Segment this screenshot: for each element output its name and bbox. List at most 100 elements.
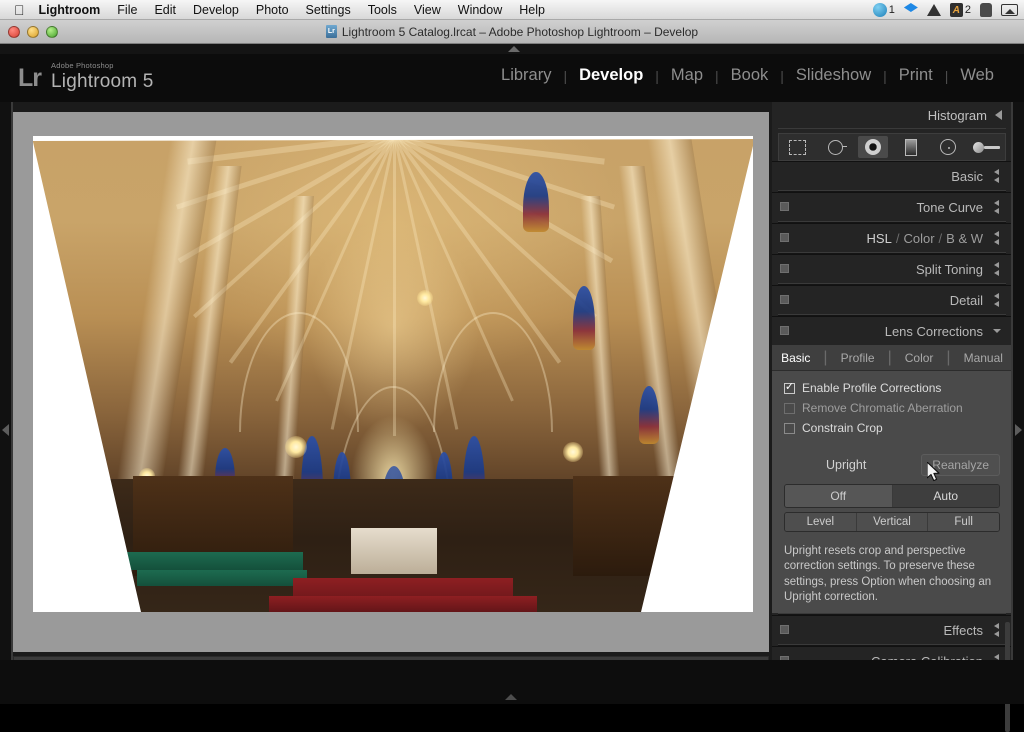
macos-menu-items: Lightroom File Edit Develop Photo Settin… <box>39 3 545 17</box>
image-stage[interactable] <box>13 112 769 652</box>
left-panel-collapse-strip[interactable] <box>0 102 13 704</box>
spot-removal-tool[interactable] <box>820 136 850 158</box>
menu-item-tools[interactable]: Tools <box>368 3 397 17</box>
photo-canvas[interactable] <box>33 136 753 612</box>
checkbox-enable-profile-corrections[interactable] <box>784 382 795 394</box>
menu-item-lightroom[interactable]: Lightroom <box>39 3 101 17</box>
apple-icon[interactable]:  <box>14 3 25 17</box>
chevron-down-icon[interactable] <box>991 329 1002 333</box>
upright-mode-off[interactable]: Off <box>785 485 893 507</box>
menu-item-photo[interactable]: Photo <box>256 3 289 17</box>
radial-filter-tool[interactable] <box>933 136 963 158</box>
menu-item-settings[interactable]: Settings <box>306 3 351 17</box>
menu-item-window[interactable]: Window <box>458 3 502 17</box>
module-slideshow[interactable]: Slideshow <box>784 66 883 85</box>
upright-mode-level[interactable]: Level <box>785 513 857 531</box>
label-enable-profile-corrections: Enable Profile Corrections <box>802 381 942 395</box>
section-switch-tone-curve[interactable] <box>780 202 789 211</box>
section-switch-hsl[interactable] <box>780 233 789 242</box>
section-switch-detail[interactable] <box>780 295 789 304</box>
label-remove-chromatic-aberration: Remove Chromatic Aberration <box>802 401 963 415</box>
section-header-detail[interactable]: Detail <box>772 286 1012 314</box>
close-icon[interactable] <box>8 26 20 38</box>
row-constrain-crop[interactable]: Constrain Crop <box>772 418 1012 438</box>
chevron-left-icon[interactable] <box>991 231 1002 245</box>
tab-basic[interactable]: Basic <box>768 351 823 365</box>
menu-item-develop[interactable]: Develop <box>193 3 239 17</box>
section-header-split-toning[interactable]: Split Toning <box>772 255 1012 283</box>
section-header-lens-corrections[interactable]: Lens Corrections <box>772 317 1012 345</box>
panel-section-detail: Detail <box>772 285 1012 316</box>
evernote-icon[interactable] <box>980 3 992 17</box>
checkbox-constrain-crop[interactable] <box>784 422 795 434</box>
macos-menu-bar:  Lightroom File Edit Develop Photo Sett… <box>0 0 1024 20</box>
chevron-down-icon[interactable] <box>505 694 517 700</box>
section-title-split-toning: Split Toning <box>916 261 983 277</box>
airplay-icon[interactable] <box>1001 4 1018 16</box>
section-header-hsl[interactable]: HSL / Color / B & W <box>772 224 1012 252</box>
module-web[interactable]: Web <box>948 66 1006 85</box>
reanalyze-button[interactable]: Reanalyze <box>921 454 1000 476</box>
chevron-left-icon[interactable] <box>991 293 1002 307</box>
adobe-app-icon[interactable]: A2 <box>949 3 971 17</box>
section-header-basic[interactable]: Basic <box>772 162 1012 190</box>
chevron-left-icon[interactable] <box>2 424 9 436</box>
chevron-left-icon[interactable] <box>991 262 1002 276</box>
upright-mode-vertical[interactable]: Vertical <box>856 513 929 531</box>
module-print[interactable]: Print <box>887 66 945 85</box>
tab-color[interactable]: Color <box>892 351 947 365</box>
histogram-title: Histogram <box>927 107 987 123</box>
crop-overlay-tool[interactable] <box>783 136 813 158</box>
section-header-tone-curve[interactable]: Tone Curve <box>772 193 1012 221</box>
color-label[interactable]: Color <box>903 231 934 246</box>
module-library[interactable]: Library <box>489 66 563 85</box>
section-header-effects[interactable]: Effects <box>772 616 1012 644</box>
section-switch-split-toning[interactable] <box>780 264 789 273</box>
creative-cloud-icon[interactable]: 1 <box>872 3 895 17</box>
chevron-right-icon[interactable] <box>1015 424 1022 436</box>
red-eye-correction-tool[interactable] <box>858 136 889 158</box>
chevron-left-icon[interactable] <box>991 169 1002 183</box>
panel-section-effects: Effects <box>772 615 1012 647</box>
hsl-label[interactable]: HSL <box>867 231 892 246</box>
document-icon: Lr <box>325 25 337 38</box>
collapse-arrow-icon[interactable] <box>995 110 1002 120</box>
checkbox-remove-chromatic-aberration[interactable] <box>784 402 795 414</box>
section-title-tone-curve: Tone Curve <box>916 199 983 215</box>
upright-label: Upright <box>826 458 867 472</box>
upright-mode-auto[interactable]: Auto <box>892 485 999 507</box>
module-book[interactable]: Book <box>719 66 781 85</box>
bw-label[interactable]: B & W <box>946 231 983 246</box>
chevron-left-icon[interactable] <box>991 623 1002 637</box>
upright-header-row: Upright Reanalyze <box>784 454 1000 476</box>
dropbox-icon[interactable] <box>903 3 918 17</box>
module-map[interactable]: Map <box>659 66 715 85</box>
brand-product-name: Lightroom 5 <box>51 70 154 92</box>
row-remove-chromatic-aberration[interactable]: Remove Chromatic Aberration <box>772 398 1012 418</box>
menu-item-view[interactable]: View <box>414 3 441 17</box>
chevron-left-icon[interactable] <box>991 200 1002 214</box>
upright-mode-full[interactable]: Full <box>928 513 999 531</box>
window-title: Lr Lightroom 5 Catalog.lrcat – Adobe Pho… <box>325 25 698 39</box>
identity-plate[interactable]: Lr Adobe Photoshop Lightroom 5 <box>18 62 154 91</box>
menu-item-help[interactable]: Help <box>519 3 545 17</box>
right-panel-collapse-strip[interactable] <box>1011 102 1024 704</box>
menu-item-file[interactable]: File <box>117 3 137 17</box>
section-title-hsl: HSL / Color / B & W <box>867 231 983 246</box>
cathedral-photo[interactable] <box>33 136 753 612</box>
tab-manual[interactable]: Manual <box>951 351 1016 365</box>
section-switch-effects[interactable] <box>780 625 789 635</box>
google-drive-icon[interactable] <box>926 4 941 16</box>
tab-profile[interactable]: Profile <box>828 351 888 365</box>
minimize-icon[interactable] <box>27 26 39 38</box>
histogram-panel-header[interactable]: Histogram <box>772 102 1012 128</box>
module-develop[interactable]: Develop <box>567 66 655 85</box>
menu-item-edit[interactable]: Edit <box>154 3 176 17</box>
adjustment-brush-tool[interactable] <box>971 136 1001 158</box>
row-enable-profile-corrections[interactable]: Enable Profile Corrections <box>772 378 1012 398</box>
chevron-up-icon[interactable] <box>508 46 520 52</box>
section-switch-lens-corrections[interactable] <box>780 326 789 335</box>
graduated-filter-tool[interactable] <box>896 136 926 158</box>
panel-section-tone-curve: Tone Curve <box>772 192 1012 223</box>
zoom-icon[interactable] <box>46 26 58 38</box>
